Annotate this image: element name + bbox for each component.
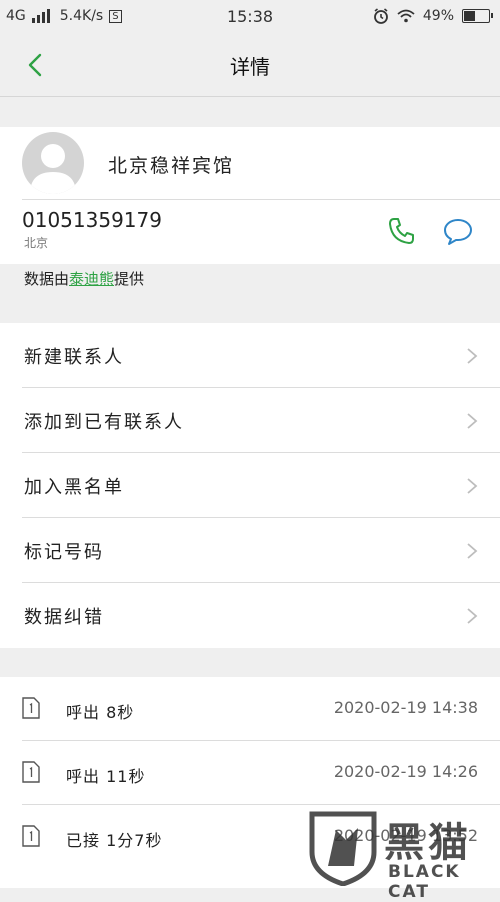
- data-provider: 数据由泰迪熊提供: [24, 268, 144, 289]
- call-record-icon: [22, 825, 40, 847]
- menu-item-label: 标记号码: [24, 542, 104, 563]
- new-contact-item[interactable]: 新建联系人: [0, 323, 500, 388]
- phone-number[interactable]: 01051359179: [22, 208, 162, 232]
- call-record-icon: [22, 697, 40, 719]
- provider-suffix: 提供: [114, 270, 145, 288]
- wifi-icon: [397, 9, 415, 23]
- chevron-right-icon: [467, 478, 478, 494]
- provider-link[interactable]: 泰迪熊: [69, 270, 114, 288]
- alarm-icon: [373, 8, 388, 24]
- call-type: 呼出 11秒: [66, 767, 146, 786]
- call-log-row[interactable]: 呼出 11秒 2020-02-19 14:26: [0, 741, 500, 805]
- battery-level: [464, 11, 475, 21]
- chevron-right-icon: [467, 608, 478, 624]
- add-to-blacklist-item[interactable]: 加入黑名单: [0, 453, 500, 518]
- avatar: [22, 132, 84, 194]
- page-title: 详情: [230, 55, 270, 79]
- phone-icon[interactable]: [386, 215, 418, 247]
- app-header: 详情: [0, 34, 500, 97]
- menu-item-label: 新建联系人: [24, 347, 124, 368]
- contact-name: 北京稳祥宾馆: [108, 155, 235, 177]
- action-menu: 新建联系人 添加到已有联系人 加入黑名单 标记号码 数据纠错: [0, 323, 500, 648]
- provider-prefix: 数据由: [24, 270, 70, 288]
- menu-item-label: 加入黑名单: [24, 477, 124, 498]
- data-correction-item[interactable]: 数据纠错: [0, 583, 500, 648]
- divider: [22, 199, 500, 200]
- call-record-icon: [22, 761, 40, 783]
- call-log-row[interactable]: 呼出 8秒 2020-02-19 14:38: [0, 677, 500, 741]
- message-icon[interactable]: [442, 215, 474, 247]
- battery-icon: [462, 9, 493, 23]
- black-cat-shield-icon: [309, 811, 377, 887]
- watermark-text: 黑猫: [384, 820, 472, 866]
- add-to-existing-contact-item[interactable]: 添加到已有联系人: [0, 388, 500, 453]
- battery-percent: 49%: [422, 8, 454, 24]
- phone-location: 北京: [24, 236, 49, 250]
- call-time: 2020-02-19 14:38: [333, 698, 478, 717]
- call-time: 2020-02-19 14:26: [333, 762, 478, 781]
- menu-item-label: 添加到已有联系人: [24, 412, 184, 433]
- contact-card: 北京稳祥宾馆 01051359179 北京: [0, 127, 500, 264]
- person-icon: [30, 144, 76, 194]
- chevron-right-icon: [467, 413, 478, 429]
- menu-item-label: 数据纠错: [24, 607, 104, 628]
- mark-number-item[interactable]: 标记号码: [0, 518, 500, 583]
- call-type: 呼出 8秒: [66, 703, 135, 722]
- chevron-right-icon: [467, 348, 478, 364]
- watermark-text-en: BLACK CAT: [388, 862, 461, 902]
- chevron-right-icon: [467, 543, 478, 559]
- call-type: 已接 1分7秒: [66, 831, 163, 850]
- status-bar: 4G 5.4K/s S 15:38 49%: [0, 0, 500, 34]
- watermark-logo: 黑猫 BLACK CAT: [306, 808, 496, 902]
